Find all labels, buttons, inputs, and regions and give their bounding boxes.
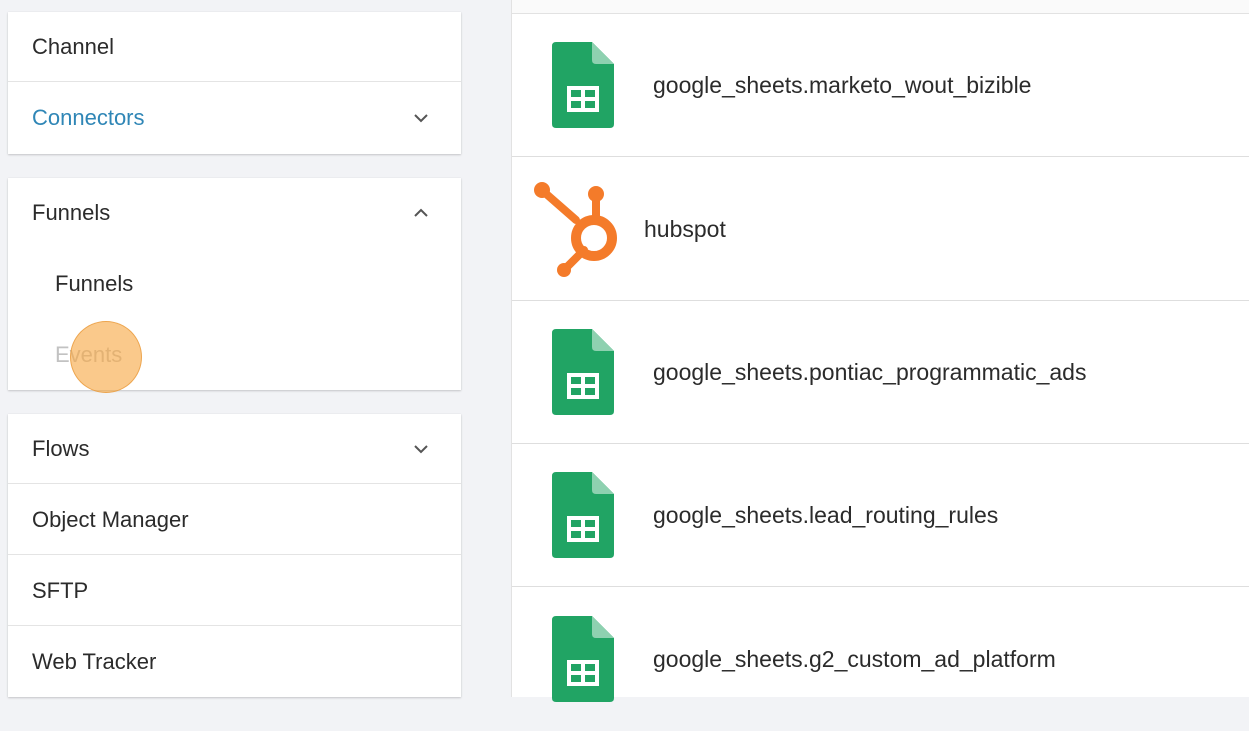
sidebar-item-label: Object Manager	[32, 506, 189, 532]
hubspot-icon	[534, 180, 624, 285]
sidebar-item-label: Flows	[32, 435, 90, 461]
connector-item[interactable]: google_sheets.pontiac_programmatic_ads	[512, 301, 1249, 444]
connector-item[interactable]: google_sheets.marketo_wout_bizible	[512, 14, 1249, 157]
chevron-down-icon[interactable]	[413, 441, 429, 457]
connector-item[interactable]: google_sheets.lead_routing_rules	[512, 444, 1249, 587]
google-sheets-icon	[550, 614, 616, 709]
connector-list: google_sheets.marketo_wout_bizible hubsp…	[511, 0, 1249, 702]
chevron-down-icon[interactable]	[413, 110, 429, 126]
sidebar-item-events[interactable]: Events	[8, 320, 461, 390]
connector-name: google_sheets.pontiac_programmatic_ads	[653, 358, 1087, 385]
google-sheets-icon	[550, 327, 616, 422]
sidebar-item-label: SFTP	[32, 577, 89, 603]
sidebar-item-web-tracker[interactable]: Web Tracker	[8, 627, 461, 697]
connector-name: google_sheets.g2_custom_ad_platform	[653, 646, 1056, 672]
sidebar-item-object-manager[interactable]: Object Manager	[8, 485, 461, 555]
connector-name: google_sheets.marketo_wout_bizible	[653, 71, 1032, 98]
sidebar-item-label: Connectors	[32, 105, 145, 130]
chevron-up-icon[interactable]	[413, 205, 429, 221]
sidebar-item-label: Events	[55, 342, 123, 367]
sidebar-item-connectors[interactable]: Connectors	[8, 83, 461, 153]
sidebar-item-channel[interactable]: Channel	[8, 12, 461, 82]
list-top-border	[512, 0, 1249, 14]
sidebar-item-label: Web Tracker	[32, 649, 157, 674]
connector-item[interactable]: google_sheets.g2_custom_ad_platform	[512, 588, 1249, 731]
sidebar-card-funnels: Funnels Funnels Events	[8, 178, 461, 390]
sidebar-item-sftp[interactable]: SFTP	[8, 556, 461, 626]
sidebar-item-flows[interactable]: Flows	[8, 414, 461, 484]
sidebar-card-tools: Flows Object Manager SFTP Web Tracker	[8, 414, 461, 697]
sidebar-item-label: Channel	[32, 33, 114, 59]
connector-name: google_sheets.lead_routing_rules	[653, 501, 999, 528]
google-sheets-icon	[550, 470, 616, 565]
connector-name: hubspot	[644, 215, 726, 242]
google-sheets-icon	[550, 40, 616, 135]
connector-item[interactable]: hubspot	[512, 158, 1249, 301]
sidebar-group-funnels[interactable]: Funnels	[8, 178, 461, 248]
sidebar-item-label: Funnels	[55, 271, 134, 296]
sidebar-card-channels: Channel Connectors	[8, 12, 461, 154]
sidebar-group-label: Funnels	[32, 200, 111, 225]
sidebar-item-funnels[interactable]: Funnels	[8, 249, 461, 319]
